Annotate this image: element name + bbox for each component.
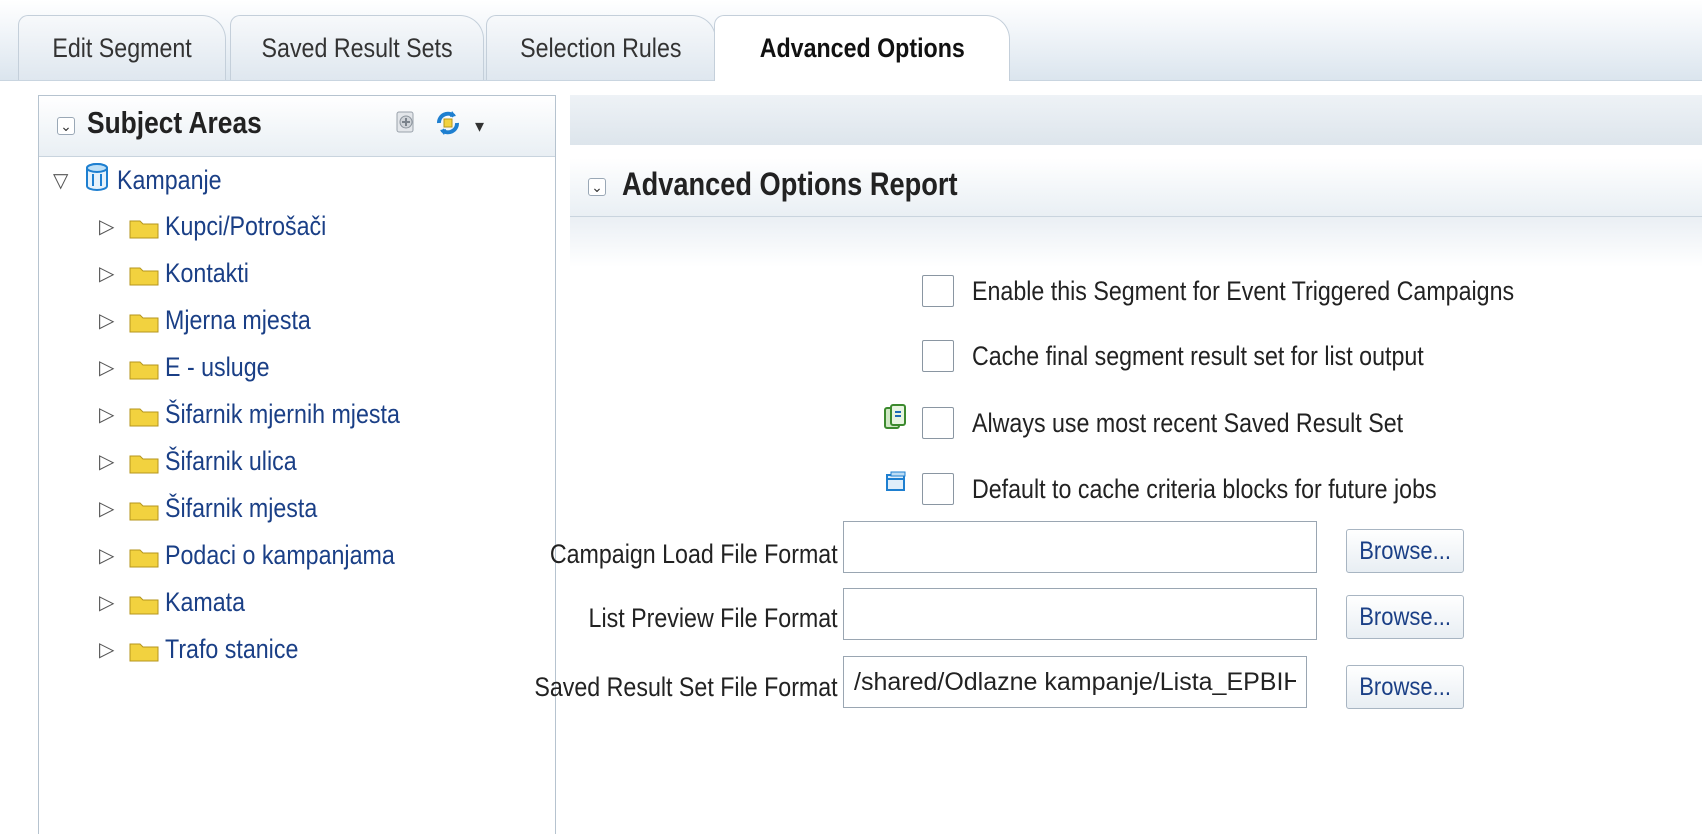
- tree-root-kampanje[interactable]: ▽ Kampanje: [53, 160, 239, 200]
- advanced-options-report-header: ⌄ Advanced Options Report: [570, 158, 1702, 217]
- saved-result-set-icon: [882, 402, 908, 437]
- folder-label: Šifarnik ulica: [165, 445, 297, 476]
- tab-saved-result-sets[interactable]: Saved Result Sets: [230, 15, 484, 80]
- collapsed-triangle-icon[interactable]: ▷: [99, 402, 119, 427]
- saved-result-set-file-format-input[interactable]: [843, 656, 1307, 708]
- folder-item[interactable]: ▷ Trafo stanice: [99, 629, 320, 669]
- saved-result-set-file-format-label: Saved Result Set File Format: [534, 672, 838, 702]
- browse-button-label: Browse...: [1359, 536, 1451, 565]
- folder-icon: [129, 591, 159, 615]
- add-subject-area-icon[interactable]: [391, 108, 421, 143]
- enable-event-triggered-label: Enable this Segment for Event Triggered …: [972, 276, 1515, 306]
- cache-final-result-set-label: Cache final segment result set for list …: [972, 341, 1424, 371]
- tab-label: Edit Segment: [52, 32, 192, 63]
- advanced-options-area: ⌄ Advanced Options Report Enable this Se…: [535, 95, 1702, 834]
- collapsed-triangle-icon[interactable]: ▷: [99, 496, 119, 521]
- folder-item[interactable]: ▷ E - usluge: [99, 347, 287, 387]
- folder-item[interactable]: ▷ Šifarnik ulica: [99, 441, 318, 481]
- subject-area-icon: [83, 162, 111, 199]
- folder-icon: [129, 356, 159, 380]
- subject-areas-title: Subject Areas: [87, 105, 262, 140]
- folder-label: Kontakti: [165, 257, 249, 288]
- folder-item[interactable]: ▷ Mjerna mjesta: [99, 300, 335, 340]
- folder-label: E - usluge: [165, 351, 270, 382]
- refresh-icon[interactable]: [431, 106, 465, 145]
- tab-selection-rules[interactable]: Selection Rules: [486, 15, 716, 80]
- folder-item[interactable]: ▷ Kupci/Potrošači: [99, 206, 353, 246]
- campaign-load-file-format-label: Campaign Load File Format: [550, 539, 838, 569]
- cache-criteria-icon: [884, 470, 908, 499]
- folder-icon: [129, 309, 159, 333]
- tab-label: Selection Rules: [520, 32, 682, 63]
- browse-button-label: Browse...: [1359, 672, 1451, 701]
- folder-icon: [129, 403, 159, 427]
- header-fade: [570, 217, 1702, 267]
- collapsed-triangle-icon[interactable]: ▷: [99, 355, 119, 380]
- toolbar-strip: [570, 95, 1702, 145]
- collapsed-triangle-icon[interactable]: ▷: [99, 261, 119, 286]
- collapsed-triangle-icon[interactable]: ▷: [99, 637, 119, 662]
- subject-areas-panel: ⌄ Subject Areas ▾ ▽ Kampanje ▷ Kupci/Pot…: [38, 95, 556, 834]
- folder-icon: [129, 638, 159, 662]
- folder-icon: [129, 450, 159, 474]
- folder-label: Šifarnik mjernih mjesta: [165, 398, 400, 429]
- folder-label: Kamata: [165, 586, 246, 617]
- list-preview-browse-button[interactable]: Browse...: [1346, 595, 1464, 639]
- tab-edit-segment[interactable]: Edit Segment: [18, 15, 226, 80]
- folder-icon: [129, 497, 159, 521]
- folder-item[interactable]: ▷ Kamata: [99, 582, 258, 622]
- folder-item[interactable]: ▷ Šifarnik mjernih mjesta: [99, 394, 438, 434]
- folder-label: Podaci o kampanjama: [165, 539, 395, 570]
- folder-item[interactable]: ▷ Podaci o kampanjama: [99, 535, 432, 575]
- campaign-load-file-format-input[interactable]: [843, 521, 1317, 573]
- folder-label: Šifarnik mjesta: [165, 492, 318, 523]
- default-cache-criteria-label: Default to cache criteria blocks for fut…: [972, 474, 1437, 504]
- expanded-triangle-icon[interactable]: ▽: [53, 168, 73, 193]
- folder-icon: [129, 215, 159, 239]
- collapsed-triangle-icon[interactable]: ▷: [99, 214, 119, 239]
- collapsed-triangle-icon[interactable]: ▷: [99, 590, 119, 615]
- list-preview-file-format-label: List Preview File Format: [588, 603, 838, 633]
- folder-item[interactable]: ▷ Kontakti: [99, 253, 263, 293]
- folder-item[interactable]: ▷ Šifarnik mjesta: [99, 488, 342, 528]
- list-preview-file-format-input[interactable]: [843, 588, 1317, 640]
- always-use-recent-checkbox[interactable]: [922, 407, 954, 439]
- collapsed-triangle-icon[interactable]: ▷: [99, 308, 119, 333]
- campaign-load-browse-button[interactable]: Browse...: [1346, 529, 1464, 573]
- folder-label: Kupci/Potrošači: [165, 210, 327, 241]
- folder-icon: [129, 262, 159, 286]
- folder-label: Mjerna mjesta: [165, 304, 311, 335]
- chevron-down-icon[interactable]: ▾: [475, 116, 484, 137]
- always-use-recent-label: Always use most recent Saved Result Set: [972, 408, 1404, 438]
- folder-label: Trafo stanice: [165, 633, 299, 664]
- enable-event-triggered-checkbox[interactable]: [922, 275, 954, 307]
- tab-bar: Edit Segment Saved Result Sets Selection…: [0, 0, 1702, 81]
- saved-result-set-browse-button[interactable]: Browse...: [1346, 665, 1464, 709]
- cache-final-result-set-checkbox[interactable]: [922, 340, 954, 372]
- collapsed-triangle-icon[interactable]: ▷: [99, 449, 119, 474]
- folder-icon: [129, 544, 159, 568]
- tree-root-label: Kampanje: [117, 164, 222, 195]
- collapsed-triangle-icon[interactable]: ▷: [99, 543, 119, 568]
- collapse-subject-areas-toggle[interactable]: ⌄: [57, 117, 75, 135]
- tab-advanced-options[interactable]: Advanced Options: [714, 15, 1010, 81]
- tab-label: Saved Result Sets: [261, 32, 453, 63]
- tab-label: Advanced Options: [759, 33, 965, 63]
- subject-areas-header: ⌄ Subject Areas ▾: [39, 96, 555, 157]
- collapse-report-toggle[interactable]: ⌄: [588, 178, 606, 196]
- browse-button-label: Browse...: [1359, 602, 1451, 631]
- default-cache-criteria-checkbox[interactable]: [922, 473, 954, 505]
- report-title: Advanced Options Report: [622, 166, 958, 202]
